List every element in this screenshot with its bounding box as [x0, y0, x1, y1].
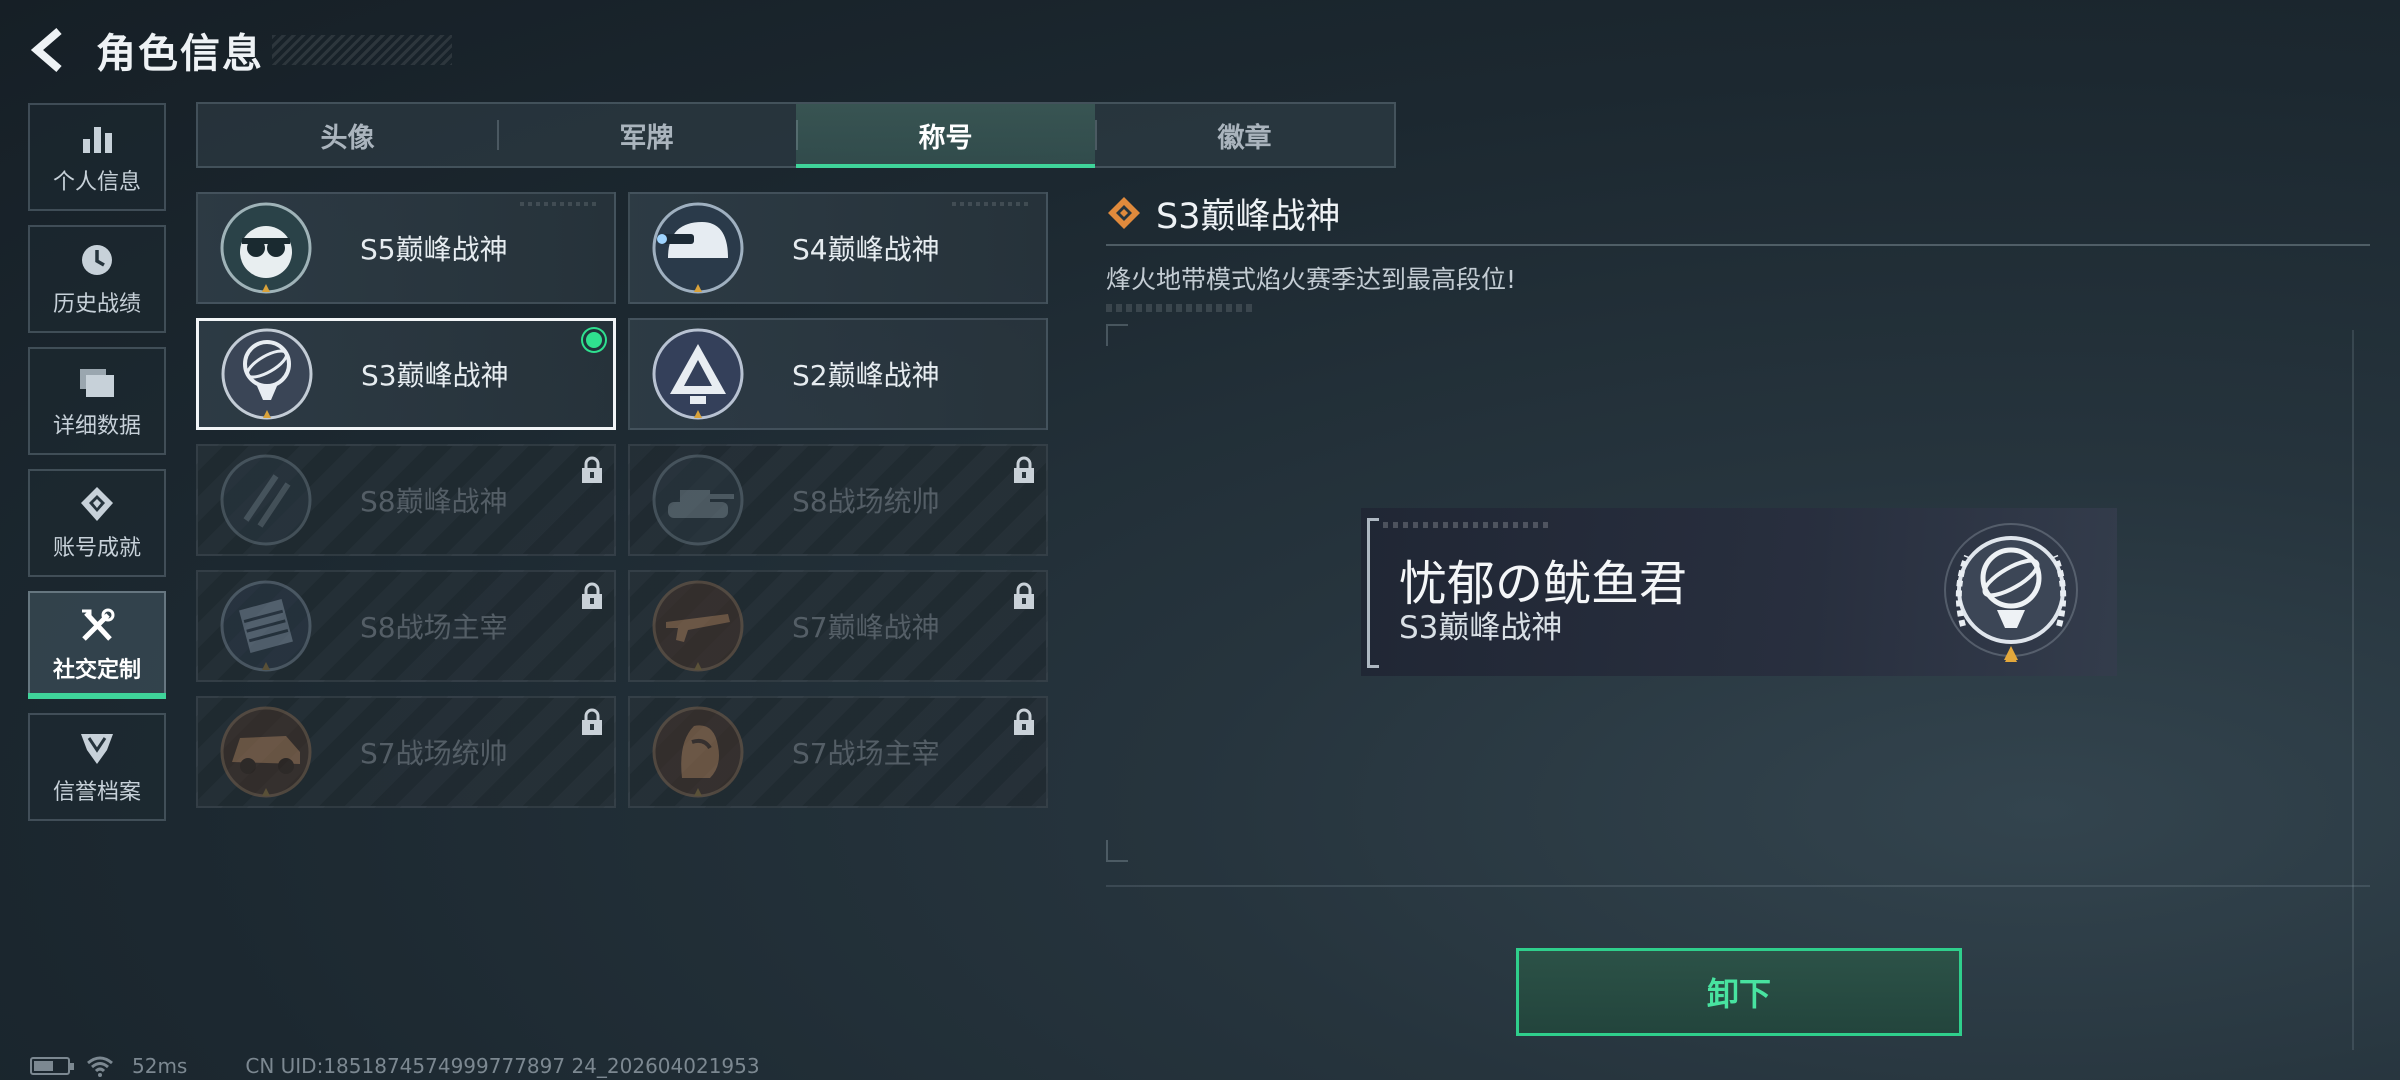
tab-avatar[interactable]: 头像	[198, 104, 497, 166]
title-name: S2巅峰战神	[792, 359, 940, 392]
sidebar-item-label: 社交定制	[52, 658, 141, 683]
sidebar: 个人信息 历史战绩 详细数据 账号成就 社交定制 信誉档案	[28, 103, 166, 835]
title-card-selected[interactable]: S3巅峰战神	[196, 318, 616, 430]
tank-emblem-icon	[648, 450, 748, 550]
triangle-eye-emblem-icon	[648, 324, 748, 424]
title-name: S3巅峰战神	[361, 359, 509, 392]
sidebar-item-label: 详细数据	[52, 414, 141, 439]
sidebar-item-match-history[interactable]: 历史战绩	[28, 225, 166, 333]
nameplate-title: S3巅峰战神	[1399, 610, 1563, 646]
title-name: S5巅峰战神	[360, 233, 508, 266]
tab-title[interactable]: 称号	[796, 104, 1095, 168]
title-name: S8战场主宰	[360, 611, 508, 644]
divider	[1106, 244, 2370, 246]
tab-bar: 头像 军牌 称号 徽章	[196, 102, 1396, 168]
bar-chart-icon	[77, 118, 117, 158]
skull-goggles-emblem-icon	[216, 198, 316, 298]
equipped-indicator	[583, 329, 605, 351]
title-name: S7巅峰战神	[792, 611, 940, 644]
sidebar-item-personal-info[interactable]: 个人信息	[28, 103, 166, 211]
shield-emblem-icon	[77, 728, 117, 768]
lock-icon	[582, 582, 602, 609]
ping-value: 52ms	[132, 1054, 188, 1078]
back-arrow-icon[interactable]	[28, 25, 70, 75]
lock-icon	[582, 456, 602, 483]
armillary-emblem-icon	[1944, 523, 2078, 662]
tower-emblem-icon	[216, 576, 316, 676]
title-card-locked[interactable]: S7战场主宰	[628, 696, 1048, 808]
title-card-locked[interactable]: S7战场统帅	[196, 696, 616, 808]
sidebar-item-social-customization[interactable]: 社交定制	[28, 591, 166, 699]
title-name: S8战场统帅	[792, 485, 940, 518]
frame-corner	[1106, 840, 1128, 862]
sidebar-item-label: 账号成就	[52, 536, 141, 561]
detail-description: 烽火地带模式焰火赛季达到最高段位!	[1106, 265, 1517, 294]
decoration-ticks	[1106, 304, 1256, 312]
folder-icon	[77, 362, 117, 402]
sidebar-item-label: 历史战绩	[52, 292, 141, 317]
lock-icon	[1014, 708, 1034, 735]
title-name: S7战场统帅	[360, 737, 508, 770]
title-name: S7战场主宰	[792, 737, 940, 770]
status-bar: 52ms CN UID:1851874574999777897 24_20260…	[30, 1054, 760, 1078]
battery-icon	[30, 1057, 74, 1075]
title-card-locked[interactable]: S8战场主宰	[196, 570, 616, 682]
title-card-locked[interactable]: S8战场统帅	[628, 444, 1048, 556]
battery-level	[34, 1061, 53, 1071]
rifle-emblem-icon	[648, 576, 748, 676]
sidebar-item-label: 信誉档案	[52, 780, 141, 805]
vehicle-emblem-icon	[216, 702, 316, 802]
tab-badge[interactable]: 徽章	[1095, 104, 1394, 166]
unequip-button[interactable]: 卸下	[1516, 948, 1962, 1036]
sidebar-item-achievements[interactable]: 账号成就	[28, 469, 166, 577]
wifi-icon	[87, 1056, 113, 1077]
header: 角色信息	[28, 20, 452, 80]
title-name: S4巅峰战神	[792, 233, 940, 266]
title-grid: S5巅峰战神 S4巅峰战神 S3巅峰战神 S2巅峰战神 S8巅峰战神 S8战场统…	[196, 192, 1048, 808]
user-uid: CN UID:1851874574999777897 24_2026040219…	[245, 1054, 760, 1078]
card-decoration	[520, 202, 600, 206]
hud-line	[2352, 330, 2354, 1050]
title-card[interactable]: S5巅峰战神	[196, 192, 616, 304]
title-card-locked[interactable]: S7巅峰战神	[628, 570, 1048, 682]
title-card-locked[interactable]: S8巅峰战神	[196, 444, 616, 556]
detail-title: S3巅峰战神	[1156, 196, 1341, 237]
sidebar-item-reputation[interactable]: 信誉档案	[28, 713, 166, 821]
tab-dog-tag[interactable]: 军牌	[497, 104, 796, 166]
slash-emblem-icon	[216, 450, 316, 550]
soldier-emblem-icon	[648, 702, 748, 802]
sidebar-item-detailed-data[interactable]: 详细数据	[28, 347, 166, 455]
title-stripe-decoration	[272, 35, 452, 65]
lock-icon	[582, 708, 602, 735]
sidebar-item-label: 个人信息	[52, 170, 141, 195]
title-card[interactable]: S4巅峰战神	[628, 192, 1048, 304]
tools-icon	[77, 606, 117, 646]
title-detail-panel: S3巅峰战神 烽火地带模式焰火赛季达到最高段位!	[1106, 188, 2370, 312]
detail-header: S3巅峰战神	[1106, 188, 2370, 238]
diamond-icon	[1108, 197, 1140, 229]
helmet-emblem-icon	[648, 198, 748, 298]
lock-icon	[1014, 582, 1034, 609]
card-decoration	[952, 202, 1032, 206]
armillary-emblem-icon	[217, 324, 317, 424]
clock-icon	[77, 240, 117, 280]
decoration-ticks	[1383, 522, 1553, 528]
title-card[interactable]: S2巅峰战神	[628, 318, 1048, 430]
achievement-icon	[77, 484, 117, 524]
lock-icon	[1014, 456, 1034, 483]
frame-corner	[1106, 324, 1128, 346]
hud-line	[1106, 885, 2370, 887]
title-name: S8巅峰战神	[360, 485, 508, 518]
page-title: 角色信息	[96, 31, 264, 77]
nameplate-preview: 忧郁の鱿鱼君 S3巅峰战神	[1361, 508, 2117, 676]
nameplate-bracket	[1367, 518, 1381, 668]
